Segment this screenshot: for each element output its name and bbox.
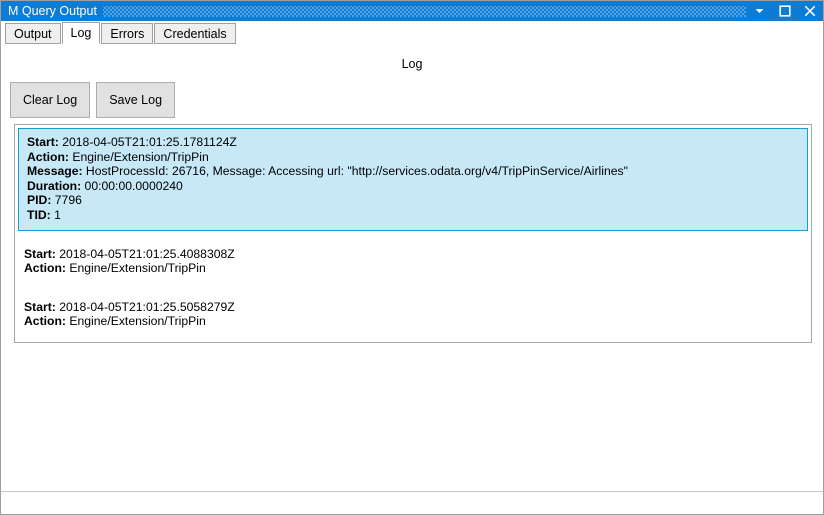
log-field: Message: HostProcessId: 26716, Message: … — [27, 164, 799, 179]
log-field-value: 7796 — [51, 193, 82, 208]
tab-output[interactable]: Output — [5, 23, 61, 44]
window-title: M Query Output — [8, 4, 97, 18]
log-field-value: HostProcessId: 26716, Message: Accessing… — [82, 164, 628, 179]
log-field-key: Start: — [24, 246, 56, 261]
log-field-key: Start: — [24, 299, 56, 314]
log-field: Duration: 00:00:00.0000240 — [27, 179, 799, 194]
log-field: Action: Engine/Extension/TripPin — [24, 314, 802, 329]
log-field-value: 1 — [50, 207, 61, 222]
tab-strip: Output Log Errors Credentials — [1, 21, 823, 44]
page-title: Log — [401, 57, 423, 71]
log-field: Action: Engine/Extension/TripPin — [27, 150, 799, 165]
log-field: Start: 2018-04-05T21:01:25.4088308Z — [24, 247, 802, 262]
log-field-key: Action: — [24, 314, 66, 329]
log-field: TID: 1 — [27, 208, 799, 223]
tab-errors[interactable]: Errors — [101, 23, 154, 44]
log-field-value: 2018-04-05T21:01:25.1781124Z — [58, 135, 237, 149]
close-icon[interactable] — [802, 3, 817, 19]
window-footer — [1, 491, 823, 514]
log-field-value: Engine/Extension/TripPin — [68, 149, 209, 164]
log-entry[interactable]: Start: 2018-04-05T21:01:25.1781124Z Actio… — [18, 128, 808, 231]
log-entry-separator — [15, 284, 811, 293]
log-field: Start: 2018-04-05T21:01:25.5058279Z — [24, 300, 802, 315]
save-log-button[interactable]: Save Log — [96, 82, 176, 118]
log-field-key: Action: — [24, 261, 66, 276]
maximize-icon[interactable] — [777, 3, 792, 19]
log-field-key: TID: — [27, 207, 51, 222]
log-field-value: 00:00:00.0000240 — [81, 178, 183, 193]
log-field: Action: Engine/Extension/TripPin — [24, 261, 802, 276]
clear-log-button[interactable]: Clear Log — [10, 82, 91, 118]
log-toolbar: Clear Log Save Log — [10, 82, 176, 118]
title-bar: M Query Output — [1, 1, 823, 21]
log-field-value: Engine/Extension/TripPin — [65, 314, 206, 329]
log-field: Start: 2018-04-05T21:01:25.1781124Z — [27, 135, 799, 150]
log-field-key: Start: — [27, 135, 59, 149]
log-field-value: Engine/Extension/TripPin — [65, 261, 206, 276]
log-entry[interactable]: Start: 2018-04-05T21:01:25.4088308Z Actio… — [15, 240, 811, 284]
log-list: Start: 2018-04-05T21:01:25.1781124Z Actio… — [15, 128, 811, 337]
window-controls — [752, 3, 817, 19]
m-query-output-window: M Query Output Output Log Errors Credent… — [0, 0, 824, 515]
log-tab-content: Log Clear Log Save Log Start: 2018-04-05… — [1, 44, 823, 491]
log-entry[interactable]: Start: 2018-04-05T21:01:25.5058279Z Actio… — [15, 293, 811, 337]
log-field-key: PID: — [27, 193, 52, 208]
title-grip — [102, 5, 746, 17]
chevron-down-icon[interactable] — [752, 3, 767, 19]
log-field: PID: 7796 — [27, 193, 799, 208]
log-field-value: 2018-04-05T21:01:25.4088308Z — [55, 246, 235, 261]
tab-credentials[interactable]: Credentials — [154, 23, 236, 44]
log-field-value: 2018-04-05T21:01:25.5058279Z — [55, 299, 235, 314]
log-field-key: Message: — [27, 164, 83, 179]
log-entry-separator — [15, 231, 811, 240]
tab-log[interactable]: Log — [61, 22, 101, 44]
log-field-key: Action: — [27, 149, 69, 164]
log-list-panel[interactable]: Start: 2018-04-05T21:01:25.1781124Z Actio… — [14, 124, 812, 343]
log-field-key: Duration: — [27, 178, 82, 193]
